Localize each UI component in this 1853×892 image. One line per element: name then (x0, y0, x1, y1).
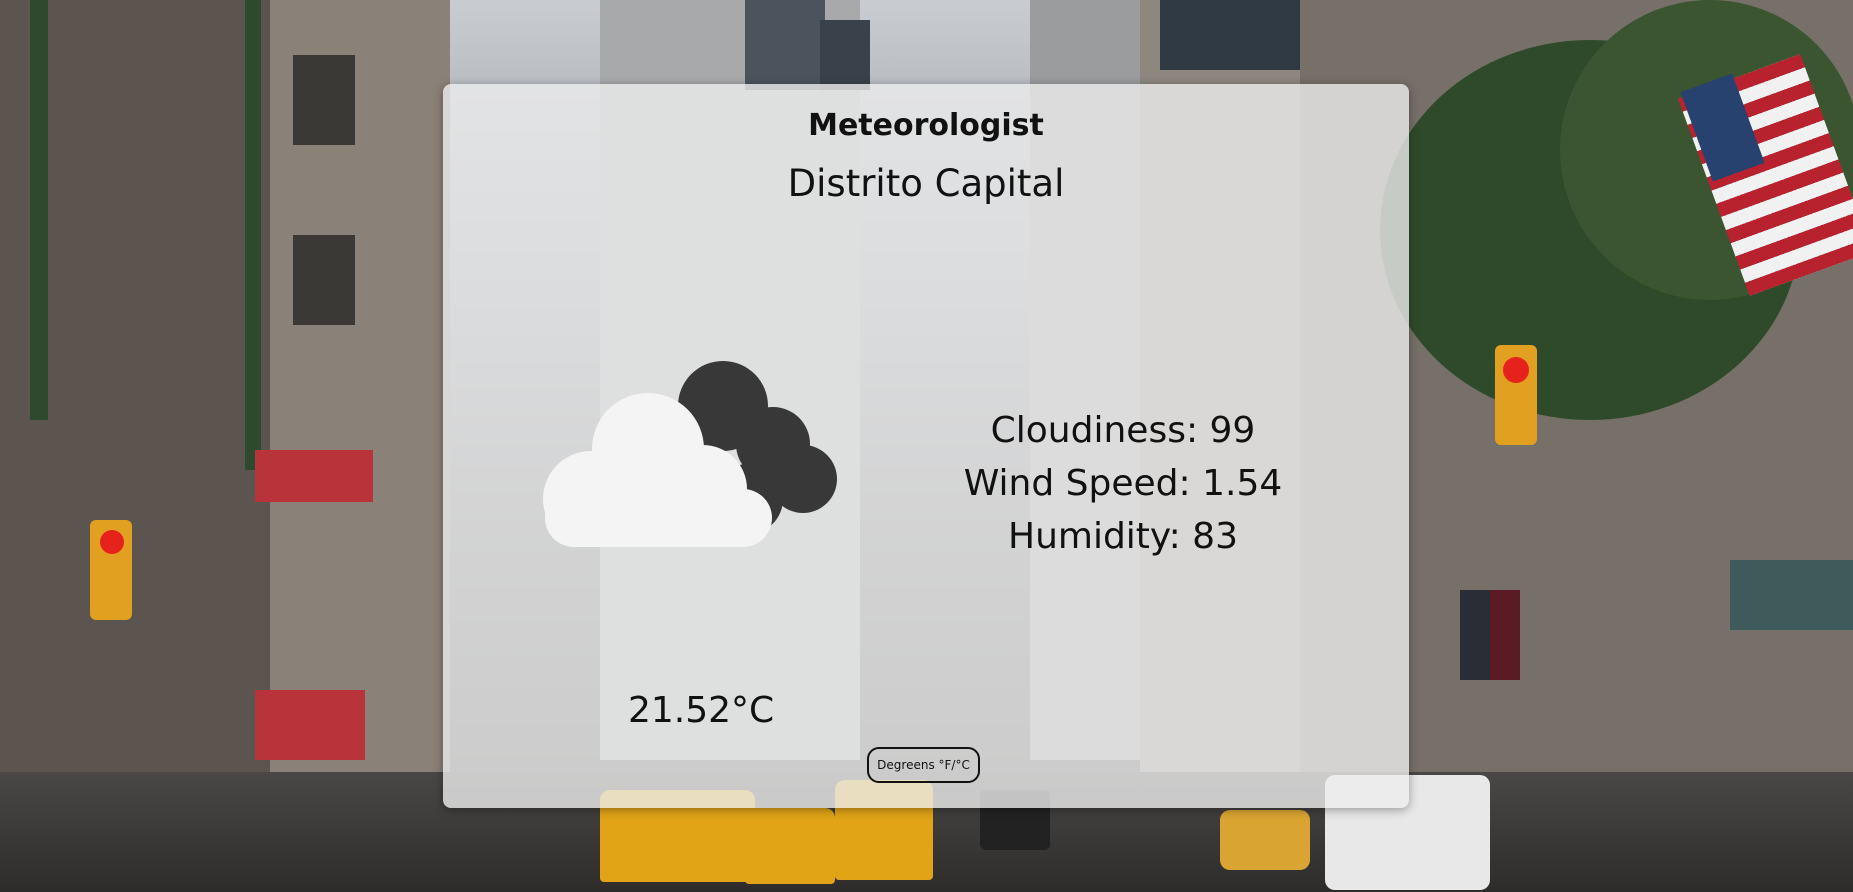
location-name: Distrito Capital (787, 162, 1065, 205)
temperature-value: 21.52°C (628, 690, 775, 731)
cloudiness-value: Cloudiness: 99 (990, 410, 1256, 451)
unit-toggle-button[interactable]: Degreens °F/°C (867, 747, 980, 783)
wind-speed-value: Wind Speed: 1.54 (963, 463, 1283, 504)
weather-card: Meteorologist Distrito Capital Cloudines… (443, 84, 1409, 808)
cloud-icon (533, 349, 837, 559)
humidity-value: Humidity: 83 (1008, 516, 1238, 557)
weather-stats: Cloudiness: 99 Wind Speed: 1.54 Humidity… (943, 404, 1303, 563)
app-title: Meteorologist (808, 108, 1044, 143)
